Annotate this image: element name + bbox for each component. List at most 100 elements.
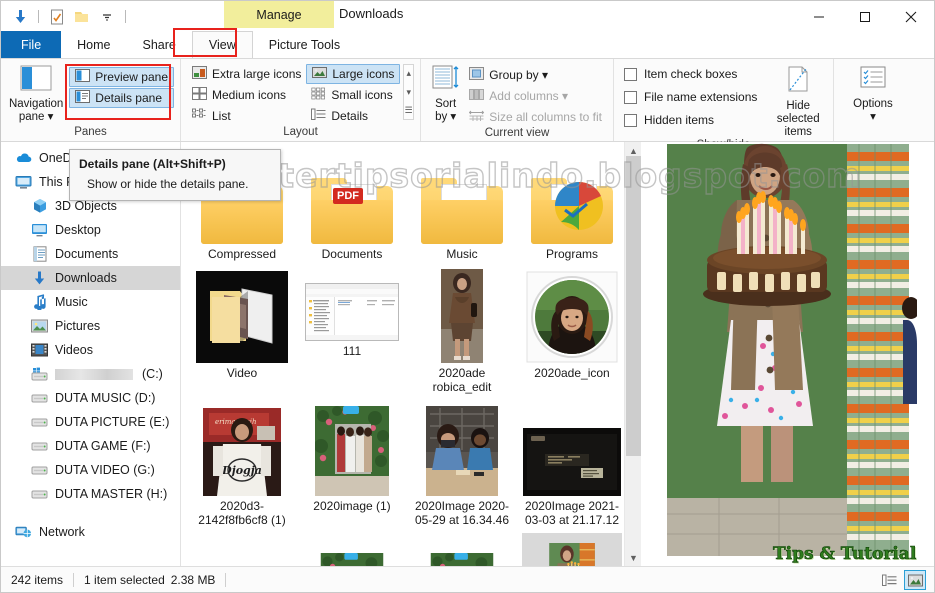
videos-icon: [31, 342, 48, 359]
pictures-icon: [31, 318, 48, 335]
file-thumbnail: erima kasih Djogja: [192, 400, 292, 496]
file-item[interactable]: 2020ade robica_edit: [407, 267, 517, 394]
tab-home[interactable]: Home: [61, 31, 126, 58]
file-item-selected[interactable]: [517, 533, 627, 566]
layout-list[interactable]: List: [187, 106, 306, 126]
sidebar-item-duta-picture-e[interactable]: DUTA PICTURE (E:): [1, 410, 180, 434]
item-check-boxes-checkbox[interactable]: Item check boxes: [620, 63, 761, 85]
file-item[interactable]: erima kasih Djogja 2020d3-2142f8fb6cf8 (…: [187, 400, 297, 527]
options-label-2: ▾: [870, 111, 876, 124]
file-item[interactable]: 2020Image 2020-05-29 at 16.34.46: [407, 400, 517, 527]
scrollbar-thumb[interactable]: [626, 156, 641, 456]
sidebar-item-documents[interactable]: Documents: [1, 242, 180, 266]
sidebar-item-duta-music-d[interactable]: DUTA MUSIC (D:): [1, 386, 180, 410]
sidebar-item-music[interactable]: Music: [1, 290, 180, 314]
folder-programs-icon: [531, 178, 613, 244]
file-list-pane[interactable]: Compressed PDF Documents: [181, 142, 641, 566]
sidebar-item-duta-game-f[interactable]: DUTA GAME (F:): [1, 434, 180, 458]
photo-group-flowers-thumbnail: [315, 406, 389, 496]
add-columns-label: Add columns ▾: [489, 89, 568, 103]
layout-label-details: Details: [331, 109, 368, 123]
navigation-pane[interactable]: OneDrive This PC 3D Objects Desktop: [1, 142, 181, 566]
navigation-pane-icon: [20, 65, 52, 95]
ribbon-group-show-hide: Item check boxes File name extensions Hi…: [614, 59, 834, 141]
hide-selected-label-1: Hide selected: [769, 100, 827, 126]
file-name-label: 2020d3-2142f8fb6cf8 (1): [190, 499, 294, 527]
windows-drive-icon: [31, 366, 48, 383]
file-item[interactable]: PDF Documents: [297, 148, 407, 261]
hidden-items-checkbox[interactable]: Hidden items: [620, 109, 761, 131]
sort-by-icon: [431, 65, 461, 95]
navigation-pane-button[interactable]: Navigation pane ▾: [7, 62, 65, 124]
details-view-button[interactable]: [878, 570, 900, 590]
properties-icon[interactable]: [46, 6, 68, 28]
layout-scroll-up-icon[interactable]: ▴: [406, 65, 411, 82]
layout-details[interactable]: Details: [306, 106, 400, 126]
preview-pane-label: Preview pane: [95, 70, 168, 84]
layout-gallery-scroll[interactable]: ▴ ▾ ☰: [403, 64, 414, 120]
checkbox-icon-item-check-boxes[interactable]: [624, 68, 637, 81]
ribbon-group-label-layout: Layout: [187, 126, 414, 141]
downloads-icon[interactable]: [9, 6, 31, 28]
file-item[interactable]: Programs: [517, 148, 627, 261]
sidebar-label-pictures: Pictures: [55, 319, 100, 333]
file-item[interactable]: 2020Image 2021-03-03 at 21.17.12: [517, 400, 627, 527]
file-name-label: 2020Image 2020-05-29 at 16.34.46: [410, 499, 514, 527]
customize-qat-chevron-down-icon[interactable]: [96, 6, 118, 28]
file-item[interactable]: [187, 533, 297, 566]
hide-selected-items-button[interactable]: Hide selected items: [769, 62, 827, 139]
details-pane-button[interactable]: Details pane: [69, 88, 174, 108]
layout-scroll-down-icon[interactable]: ▾: [406, 84, 411, 101]
group-by-button[interactable]: Group by ▾: [464, 65, 607, 85]
options-label-1: Options: [853, 98, 893, 111]
sidebar-item-desktop[interactable]: Desktop: [1, 218, 180, 242]
layout-large-icons[interactable]: Large icons: [306, 64, 400, 84]
file-item[interactable]: [407, 533, 517, 566]
file-name-extensions-checkbox[interactable]: File name extensions: [620, 86, 761, 108]
file-item[interactable]: 2020ade_icon: [517, 267, 627, 394]
new-folder-icon[interactable]: [71, 6, 93, 28]
folder-icon: [421, 178, 503, 244]
sort-by-button[interactable]: Sort by ▾: [427, 62, 464, 124]
details-icon: [311, 108, 326, 124]
minimize-button[interactable]: [796, 1, 842, 32]
status-bar: 242 items 1 item selected 2.38 MB: [1, 566, 934, 592]
sidebar-item-downloads[interactable]: Downloads: [1, 266, 180, 290]
sidebar-item-windows-drive[interactable]: (C:): [1, 362, 180, 386]
photo-cake-selected-thumbnail: [545, 543, 599, 566]
file-item[interactable]: 2020image (1): [297, 400, 407, 527]
file-name-label: Video: [227, 366, 257, 380]
file-thumbnail: [302, 400, 402, 496]
checkbox-icon-hidden-items[interactable]: [624, 114, 637, 127]
file-list-scrollbar[interactable]: ▲ ▼: [624, 142, 641, 566]
layout-gallery-expand-icon[interactable]: ☰: [405, 102, 413, 119]
sidebar-item-duta-video-g[interactable]: DUTA VIDEO (G:): [1, 458, 180, 482]
scroll-down-icon[interactable]: ▼: [625, 549, 641, 566]
sidebar-label-videos: Videos: [55, 343, 93, 357]
sidebar-item-duta-master-h[interactable]: DUTA MASTER (H:): [1, 482, 180, 506]
contextual-tab-manage[interactable]: Manage: [224, 1, 334, 28]
file-item[interactable]: Music: [407, 148, 517, 261]
file-item[interactable]: 111: [297, 267, 407, 394]
close-button[interactable]: [888, 1, 934, 32]
tab-view[interactable]: View: [192, 31, 253, 58]
sidebar-item-pictures[interactable]: Pictures: [1, 314, 180, 338]
file-item[interactable]: Video: [187, 267, 297, 394]
sidebar-label-c-drive: (C:): [142, 367, 163, 381]
large-icons-view-button[interactable]: [904, 570, 926, 590]
layout-medium-icons[interactable]: Medium icons: [187, 85, 306, 105]
tab-picture-tools[interactable]: Picture Tools: [253, 31, 356, 58]
file-item[interactable]: [297, 533, 407, 566]
preview-pane-button[interactable]: Preview pane: [69, 67, 174, 87]
photo-dark-device-thumbnail: [523, 428, 621, 496]
maximize-button[interactable]: [842, 1, 888, 32]
layout-extra-large-icons[interactable]: Extra large icons: [187, 64, 306, 84]
photo-cafe-thumbnail: [426, 406, 498, 496]
layout-small-icons[interactable]: Small icons: [306, 85, 400, 105]
checkbox-icon-file-name-extensions[interactable]: [624, 91, 637, 104]
sidebar-item-videos[interactable]: Videos: [1, 338, 180, 362]
options-button[interactable]: Options ▾: [842, 62, 904, 124]
sidebar-item-network[interactable]: Network: [1, 520, 180, 544]
tab-file[interactable]: File: [1, 31, 61, 58]
tab-share[interactable]: Share: [127, 31, 192, 58]
